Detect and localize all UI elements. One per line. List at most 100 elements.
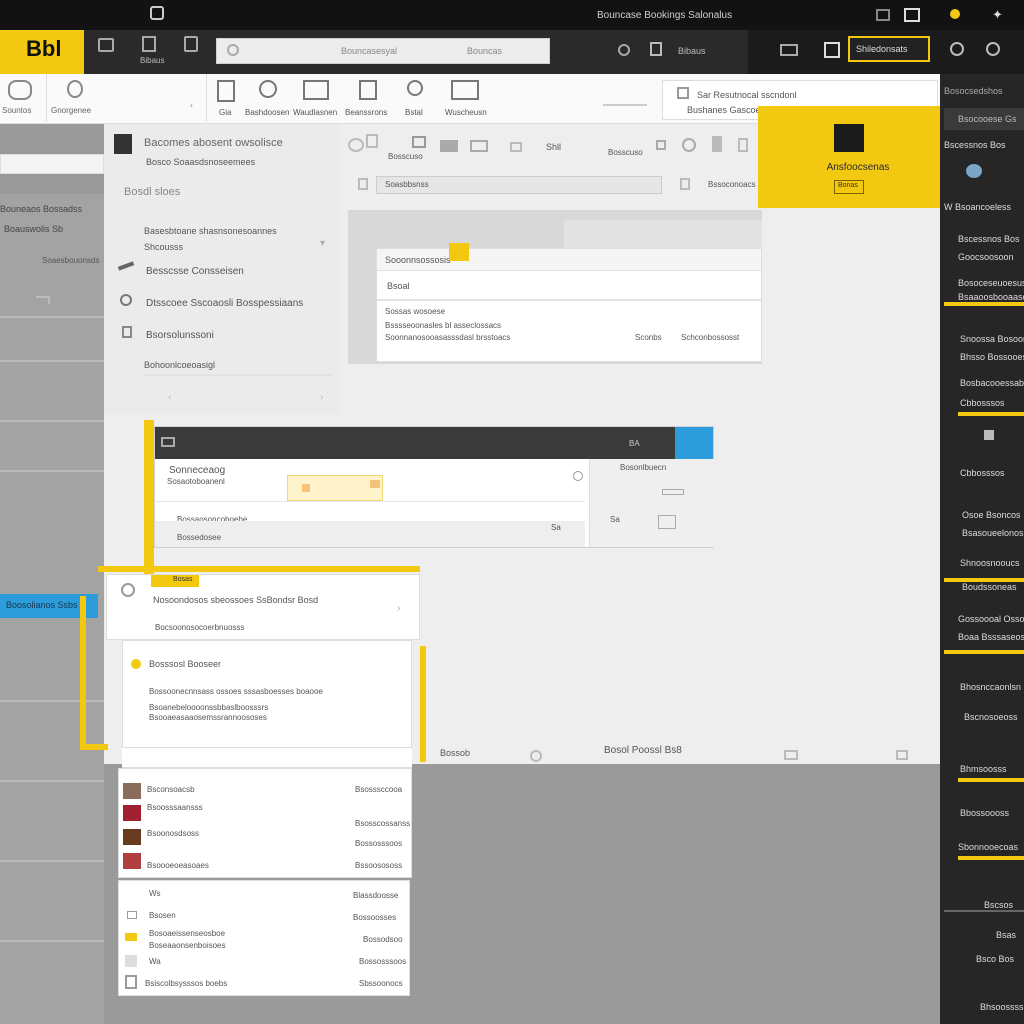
right-pane-item[interactable]: Cbbosssos [960,398,1024,408]
right-pane-item[interactable]: Gossoooal Ossos [958,614,1024,624]
right-pane-item[interactable]: Goocsoosoon [958,252,1024,262]
search-input[interactable]: Bouncasesyal Bouncas [216,38,550,64]
list-item[interactable]: Wa Bossosssoos [119,955,409,973]
right-pane-item[interactable]: Bscnosoeoss [964,712,1024,722]
panel-item[interactable]: Bohoonlcoeoasigl [144,360,324,370]
tab-gnorgenee[interactable]: Gnorgenee [46,74,102,122]
right-pane-item[interactable]: Boaa Bsssaseos [958,632,1024,642]
window-icon[interactable] [161,437,175,447]
zoom-icon[interactable] [784,750,798,760]
calendar-icon[interactable] [680,178,690,190]
list-item[interactable]: Bsoonosdsoss Bossosssoos [119,825,411,848]
list-item[interactable]: Bsiscolbsysssos boebs Sbssoonocs [119,975,409,993]
panel-item[interactable]: Bsorsolunssoni [146,330,326,341]
right-pane-item[interactable]: Bbossoooss [960,808,1024,818]
settings-icon[interactable] [682,138,696,152]
window-control-icon[interactable] [904,8,920,22]
mobile-icon[interactable] [650,42,662,56]
list-item[interactable]: Bsoooeoeasoaes Bssoosososs [119,851,411,873]
chevron-icon[interactable]: › [397,603,400,614]
collapse-chevron-icon[interactable]: ‹ [190,100,193,110]
tool-wuscheusn[interactable]: Wuscheusn [441,78,497,118]
tool-beanssrons[interactable]: Beanssrons [345,78,393,118]
right-pane-item[interactable]: Bsas [996,930,1024,940]
clipboard-icon[interactable] [184,36,198,52]
sun-icon[interactable] [950,9,960,19]
app-menu-icon[interactable] [150,6,164,20]
chevron-icon[interactable]: › [320,392,323,403]
right-pane-item[interactable]: Bhsoossss [980,1002,1024,1012]
right-pane-item[interactable]: Bhosnccaonlsn [960,682,1024,692]
left-input[interactable] [0,154,104,174]
arrow-icon[interactable] [412,136,426,148]
expand-icon[interactable]: ▾ [320,238,325,249]
close-icon[interactable] [573,471,583,481]
home-icon[interactable] [98,38,114,52]
dialog-2-selection[interactable] [287,475,383,501]
dropdown-icon[interactable] [656,140,666,150]
tool-gia[interactable]: Gia [215,78,245,118]
filter-icon[interactable] [358,178,368,190]
user-icon[interactable] [986,42,1000,56]
panel-item[interactable]: Dtsscoee Sscoaosli Bosspessiaans [146,298,336,309]
highlight-card[interactable]: Ansfoocsenas Bonas [758,106,940,208]
right-pane-item[interactable]: Bsaaoosbooaaso [958,292,1024,302]
right-pane-item[interactable]: Cbbosssos [960,468,1024,478]
panel-item[interactable]: Besscsse Consseisen [146,266,326,277]
app-logo[interactable]: Bbl [0,30,84,74]
toolbar-mode[interactable]: Shll [546,142,570,152]
right-pane-item[interactable]: Bosoceseuoesus [958,278,1024,288]
panel-icon[interactable] [440,140,458,152]
right-pane-item[interactable]: Bscsos [984,900,1024,910]
copy-icon[interactable] [142,36,156,52]
fullscreen-icon[interactable] [896,750,908,760]
right-pane-item[interactable]: Boudssoneas [962,582,1024,592]
tool-bstal[interactable]: Bstal [401,78,431,118]
drag-icon[interactable] [662,489,684,495]
right-pane-tab[interactable]: Bsocooese Gs [944,108,1024,130]
tab-sountos[interactable]: Sountos [0,74,44,122]
list-item[interactable]: Bsoosssaansss Bsosscossanss [119,801,411,828]
right-pane-item[interactable]: W Bsoancoeless [944,202,1024,212]
right-pane-item[interactable]: Osoe Bsoncos [962,510,1024,520]
dialog-field[interactable]: Bsoal [387,281,427,291]
right-pane-item[interactable]: Bhmsoosss [960,764,1024,774]
chevron-down-icon[interactable] [510,142,522,152]
window-control-icon[interactable] [876,9,890,21]
list-item[interactable]: Bsosen Bossoosses [119,909,409,925]
list-item[interactable]: Bsconsoacsb Bsosssccooa [119,779,411,801]
list-item[interactable]: Ws Blassdoosse [119,887,409,903]
right-pane-item[interactable]: Bhsso Bossooes [960,352,1024,362]
ok-button[interactable]: Schconbossosst [681,333,751,342]
refresh-icon[interactable] [530,750,542,762]
right-pane-item[interactable]: Bsco Bos [976,954,1024,964]
tool-waudlasnen[interactable]: Waudlasnen [293,78,345,118]
right-pane-item[interactable]: Bosbacooessabos [960,378,1024,388]
right-pane-item[interactable]: Bscessnos Bos [958,234,1024,244]
back-icon[interactable] [348,138,364,152]
flag-icon[interactable] [366,134,378,148]
pin-icon[interactable] [738,138,748,152]
tool-bashdoosen[interactable]: Bashdoosen [243,78,293,118]
workspace-selector[interactable]: Shiledonsats [848,36,930,62]
right-pane-item[interactable]: Bsasoueelonos [962,528,1024,538]
chevron-icon[interactable]: ‹ [168,392,171,403]
toolbar-field[interactable]: Soasbbsnss [376,176,662,194]
right-pane-item[interactable]: Sbonnooecoas [958,842,1024,852]
settings-icon[interactable] [950,42,964,56]
right-pane-item[interactable]: Shnoosnooucs [960,558,1024,568]
star-icon[interactable] [449,243,469,261]
grid-icon[interactable] [824,42,840,58]
checkbox-icon[interactable] [658,515,676,529]
file-icon[interactable] [712,136,722,152]
share-icon[interactable] [618,44,630,56]
list-item[interactable]: Bosoaeissenseosboe Boseaaonsenboisoes Bo… [119,929,409,955]
right-pane-item[interactable]: Snoossa Bosoor [960,334,1024,344]
highlight-card-button[interactable]: Bonas [834,180,864,194]
dialog-2-accent[interactable] [675,427,713,459]
video-icon[interactable] [470,140,488,152]
cancel-button[interactable]: Sconbs [635,333,675,342]
panel-item[interactable]: Shcousss [144,242,324,252]
right-pane-item[interactable]: Bscessnos Bos [944,140,1024,150]
tools-icon[interactable]: ✦ [992,7,1006,22]
